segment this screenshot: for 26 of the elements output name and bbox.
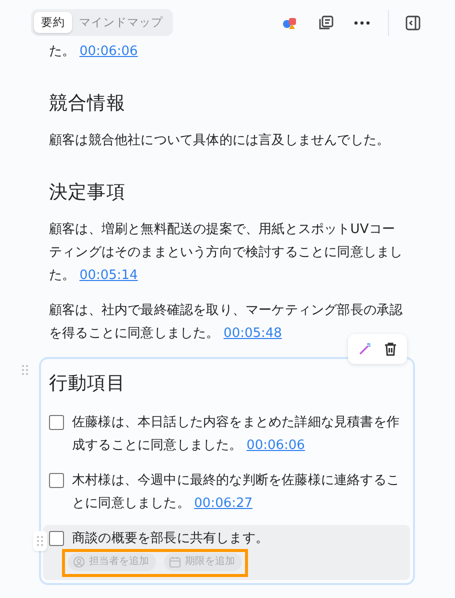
- drag-handle-icon[interactable]: [22, 365, 28, 375]
- action-item-text: 佐藤様は、本日話した内容をまとめた詳細な見積書を作成することに同意しました。 00:06:06: [72, 414, 400, 455]
- timestamp-link[interactable]: 00:05:48: [224, 326, 282, 341]
- paragraph-text: 顧客は、増刷と無料配送の提案で、用紙とスポットUVコーティングはそのままという方向で検討することに同意しました。 00:05:14: [49, 220, 404, 285]
- action-item-text: 商談の概要を部長に共有します。: [72, 530, 270, 548]
- person-icon: [73, 556, 85, 568]
- section-heading: 決定事項: [49, 181, 126, 205]
- section-heading: 競合情報: [49, 92, 126, 116]
- drag-handle-icon[interactable]: [33, 531, 47, 551]
- paragraph-text: 顧客は競合他社について具体的には言及しませんでした。: [49, 132, 391, 150]
- checkbox[interactable]: [49, 531, 64, 546]
- paragraph-text: た。 00:06:06: [49, 43, 139, 61]
- timestamp-link[interactable]: 00:06:06: [79, 44, 138, 59]
- action-item-text: 木村様は、今週中に最終的な判断を佐藤様に連絡することに同意しました。 00:06:27: [72, 472, 400, 513]
- trash-icon[interactable]: [384, 342, 397, 356]
- calendar-icon: [169, 556, 181, 568]
- paragraph-text: 顧客は、社内で最終確認を取り、マーケティング部長の承認を得ることに同意しました。 00:05:48: [49, 302, 404, 343]
- checkbox[interactable]: [49, 415, 64, 430]
- section-heading: 行動項目: [49, 372, 126, 396]
- timestamp-link[interactable]: 00:06:27: [194, 496, 253, 511]
- timestamp-link[interactable]: 00:05:14: [79, 268, 138, 283]
- checkbox[interactable]: [49, 473, 64, 488]
- magic-wand-icon[interactable]: [358, 342, 372, 356]
- view-tab[interactable]: マインドマップ: [72, 12, 170, 33]
- timestamp-link[interactable]: 00:06:06: [246, 438, 305, 453]
- view-tab[interactable]: 要約: [34, 12, 72, 33]
